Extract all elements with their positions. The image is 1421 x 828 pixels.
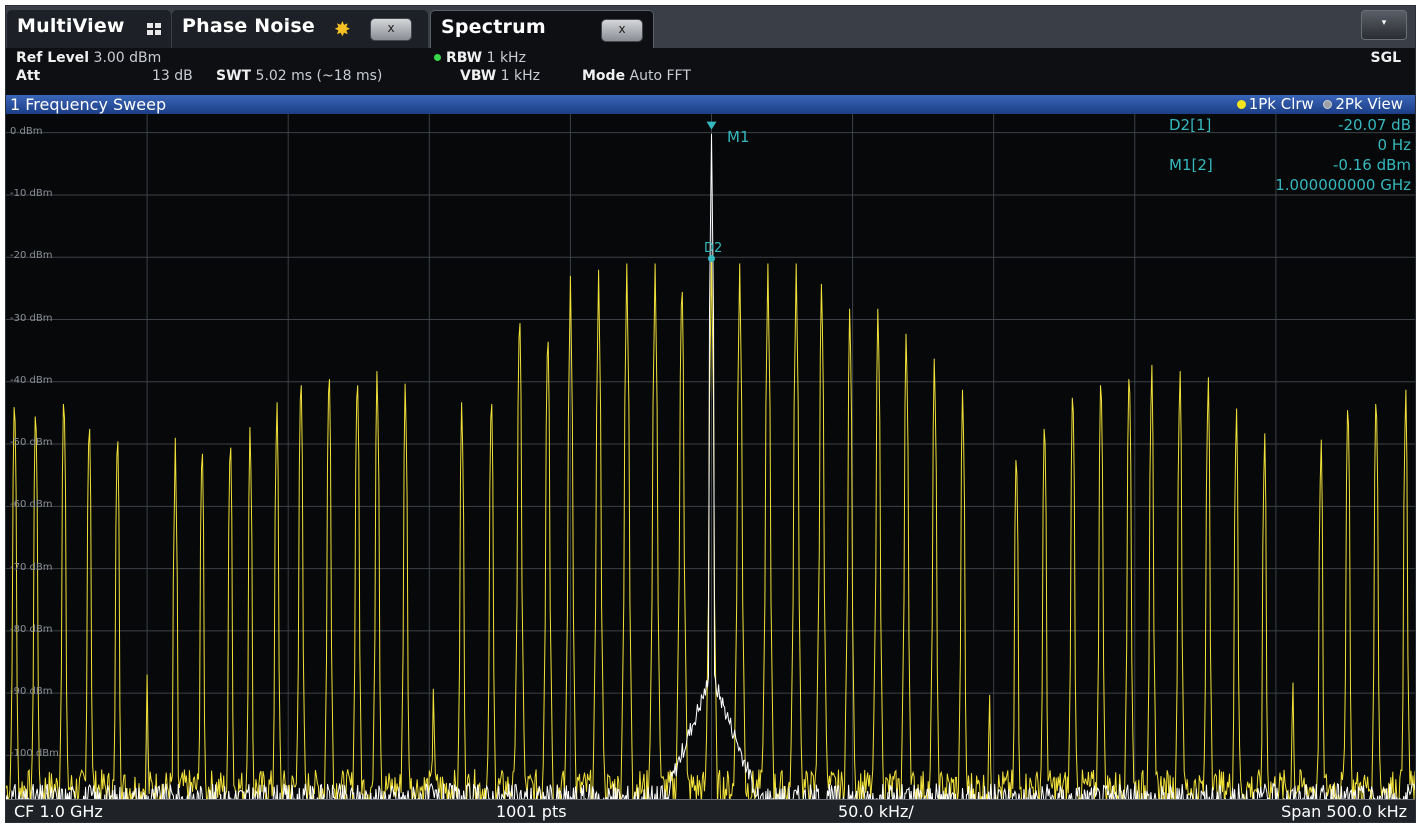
m1-level: -0.16 dBm [1332,156,1411,174]
marker-m1-label: M1 [727,128,750,146]
mode: Mode Auto FFT [582,68,691,84]
close-icon: x [387,21,395,35]
rbw: RBW 1 kHz [434,50,526,66]
swt-value: 5.02 ms (~18 ms) [255,68,383,84]
frequency-span: Span 500.0 kHz [1281,802,1407,821]
swt-label: SWT [216,68,252,84]
sweep-points: 1001 pts [496,802,567,821]
close-icon: x [618,22,626,36]
center-frequency: CF 1.0 GHz [14,802,103,821]
trace1-dot [1236,100,1246,109]
tab-bar: MultiView Phase Noise ✸ x Spectrum x ▾ [6,6,1415,49]
tab-multiview-label: MultiView [17,15,125,37]
y-tick-label: -50 dBm [10,437,53,449]
rbw-status-dot [434,54,441,61]
tab-spectrum-label: Spectrum [441,16,546,38]
footer-bar: CF 1.0 GHz 1001 pts 50.0 kHz/ Span 500.0… [6,799,1415,822]
sgl-indicator: SGL [1370,50,1402,66]
swt: SWT 5.02 ms (~18 ms) [216,68,382,84]
d2-level: -20.07 dB [1338,116,1411,134]
rbw-value: 1 kHz [486,50,526,66]
y-tick-label: -30 dBm [10,312,53,324]
ref-level-value: 3.00 dBm [93,50,162,66]
att-value: 13 dB [152,68,193,84]
tab-phase-noise-label: Phase Noise [182,15,315,37]
star-icon: ✸ [334,17,351,41]
frequency-per-division: 50.0 kHz/ [838,802,914,821]
d2-freq: 0 Hz [1377,136,1411,154]
trace2-dot [1323,100,1333,109]
spectrum-svg [6,114,1415,799]
spectrum-plot[interactable]: 0 dBm -10 dBm -20 dBm -30 dBm -40 dBm -50 dBm… [6,114,1415,799]
y-tick-label: -70 dBm [10,561,53,573]
mode-label: Mode [582,68,626,84]
settings-panel: Ref Level 3.00 dBm Att 13 dB SWT 5.02 ms… [6,48,1415,95]
tab-multiview[interactable]: MultiView [7,10,171,48]
mode-value: Auto FFT [629,68,691,84]
marker-d2-label: D2 [704,241,723,256]
analyzer-window: MultiView Phase Noise ✸ x Spectrum x ▾ R… [5,5,1416,823]
trace-legend: 1Pk Clrw 2Pk View [1236,95,1403,113]
grid-icon [147,23,161,35]
att-label-wrap: Att [16,68,40,84]
m1-name: M1[2] [1169,156,1213,174]
dropdown-menu-button[interactable]: ▾ [1361,10,1407,40]
d2-name: D2[1] [1169,116,1212,134]
ref-level: Ref Level 3.00 dBm [16,50,161,66]
tab-spectrum[interactable]: Spectrum x [430,10,654,49]
window-title: 1 Frequency Sweep [10,95,167,114]
att-label: Att [16,68,41,84]
window-title-bar: 1 Frequency Sweep 1Pk Clrw 2Pk View [6,95,1415,114]
y-tick-label: -100 dBm [10,748,59,760]
y-tick-label: -20 dBm [10,250,53,262]
m1-freq: 1.000000000 GHz [1275,176,1411,194]
y-tick-label: -40 dBm [10,374,53,386]
tab-phase-noise[interactable]: Phase Noise ✸ x [172,10,428,48]
vbw: VBW 1 kHz [460,68,540,84]
trace2-label: 2Pk View [1335,95,1403,113]
trace1-label: 1Pk Clrw [1248,95,1314,113]
y-tick-label: 0 dBm [10,125,43,137]
vbw-label: VBW [460,68,497,84]
rbw-label: RBW [446,50,483,66]
vbw-value: 1 kHz [500,68,540,84]
y-tick-label: -80 dBm [10,623,53,635]
y-tick-label: -10 dBm [10,187,53,199]
ref-level-label: Ref Level [16,50,90,66]
close-phase-noise-button[interactable]: x [370,18,412,41]
dropdown-arrow-icon: ▾ [1381,18,1387,28]
y-tick-label: -60 dBm [10,499,53,511]
marker-d2-icon [708,254,715,262]
close-spectrum-button[interactable]: x [601,19,643,42]
y-tick-label: -90 dBm [10,686,53,698]
marker-m1-icon [706,121,717,130]
